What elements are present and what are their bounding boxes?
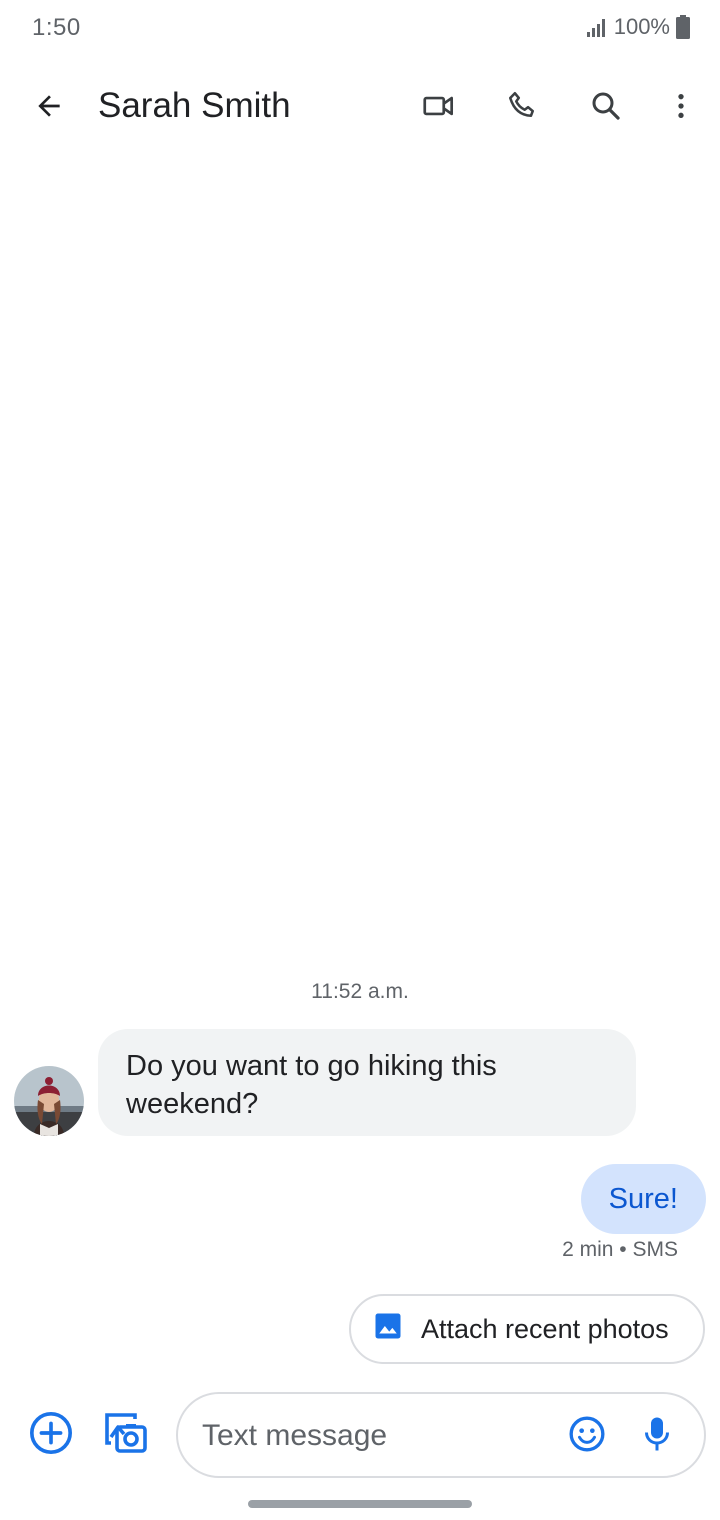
add-circle-icon	[28, 1410, 74, 1461]
voice-input-button[interactable]	[632, 1411, 682, 1461]
video-call-button[interactable]	[411, 80, 467, 136]
more-vert-icon	[665, 90, 697, 127]
gallery-camera-icon	[101, 1409, 149, 1462]
home-indicator[interactable]	[248, 1500, 472, 1508]
add-attachment-button[interactable]	[24, 1408, 78, 1462]
search-button[interactable]	[578, 80, 634, 136]
image-icon	[373, 1311, 403, 1348]
battery-percentage: 100%	[613, 14, 670, 39]
attach-recent-photos-chip[interactable]: Attach recent photos	[349, 1294, 705, 1364]
contact-name: Sarah Smith	[98, 86, 291, 125]
gallery-button[interactable]	[98, 1408, 152, 1462]
video-call-icon	[420, 87, 458, 130]
avatar[interactable]	[14, 1066, 84, 1136]
app-bar: Sarah Smith	[0, 62, 720, 154]
status-indicators: 100%	[586, 14, 690, 40]
incoming-message-text: Do you want to go hiking this weekend?	[126, 1050, 497, 1120]
call-button[interactable]	[495, 80, 551, 136]
battery-icon	[676, 15, 690, 39]
chip-label: Attach recent photos	[421, 1313, 669, 1344]
back-button[interactable]	[21, 80, 77, 136]
compose-box	[176, 1392, 706, 1478]
status-bar: 1:50 100%	[0, 0, 720, 60]
emoji-icon	[567, 1414, 607, 1459]
signal-icon	[586, 16, 608, 38]
messages-screen: 1:50 100% Sarah Smith 11:52 a.m. Do you …	[0, 0, 720, 1520]
phone-icon	[505, 88, 541, 129]
outgoing-message-text: Sure!	[608, 1182, 678, 1215]
back-arrow-icon	[33, 90, 65, 127]
message-status: 2 min • SMS	[562, 1238, 678, 1261]
outgoing-message-bubble[interactable]: Sure!	[580, 1164, 706, 1234]
message-timestamp: 11:52 a.m.	[311, 980, 409, 1003]
more-options-button[interactable]	[653, 80, 709, 136]
emoji-button[interactable]	[562, 1411, 612, 1461]
text-message-input[interactable]	[202, 1414, 552, 1458]
mic-icon	[639, 1414, 675, 1459]
search-icon	[588, 88, 624, 129]
status-time: 1:50	[32, 14, 81, 41]
incoming-message-bubble[interactable]: Do you want to go hiking this weekend?	[98, 1029, 636, 1136]
